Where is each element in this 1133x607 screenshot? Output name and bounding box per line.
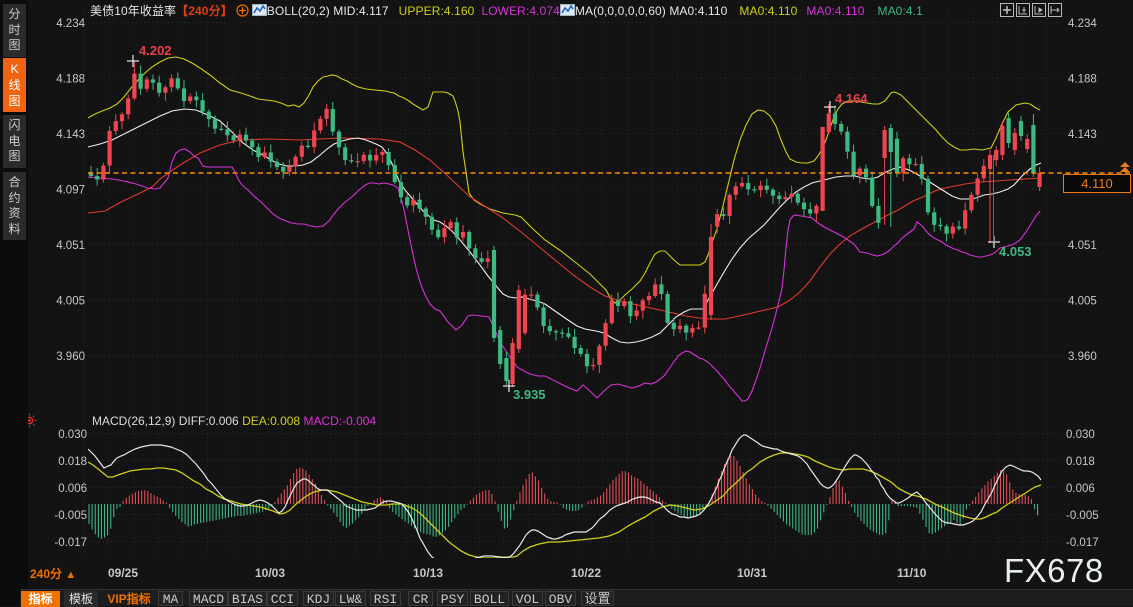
svg-text:0.030: 0.030 [58, 429, 87, 441]
svg-text:4.051: 4.051 [1068, 240, 1097, 252]
svg-text:4.202: 4.202 [139, 43, 172, 58]
svg-text:0.030: 0.030 [1066, 429, 1095, 441]
svg-text:4.005: 4.005 [56, 296, 85, 308]
svg-text:4.005: 4.005 [1068, 296, 1097, 308]
svg-text:4.143: 4.143 [1068, 129, 1097, 141]
svg-text:0.006: 0.006 [58, 483, 87, 495]
svg-text:4.234: 4.234 [56, 18, 85, 30]
svg-text:4.143: 4.143 [56, 129, 85, 141]
svg-text:4.188: 4.188 [56, 74, 85, 86]
svg-text:0.006: 0.006 [1066, 483, 1095, 495]
svg-text:4.188: 4.188 [1068, 74, 1097, 86]
svg-text:-0.005: -0.005 [54, 510, 87, 522]
svg-text:4.097: 4.097 [56, 185, 85, 197]
svg-text:-0.005: -0.005 [1066, 510, 1099, 522]
svg-text:4.053: 4.053 [999, 244, 1032, 259]
svg-text:4.234: 4.234 [1068, 18, 1097, 30]
svg-text:3.960: 3.960 [1068, 351, 1097, 363]
svg-text:0.018: 0.018 [58, 456, 87, 468]
svg-text:0.018: 0.018 [1066, 456, 1095, 468]
svg-text:-0.017: -0.017 [1066, 537, 1099, 549]
svg-text:3.935: 3.935 [513, 387, 546, 402]
svg-text:4.051: 4.051 [56, 240, 85, 252]
svg-text:3.960: 3.960 [56, 351, 85, 363]
svg-text:-0.017: -0.017 [54, 537, 87, 549]
svg-text:4.164: 4.164 [835, 91, 868, 106]
